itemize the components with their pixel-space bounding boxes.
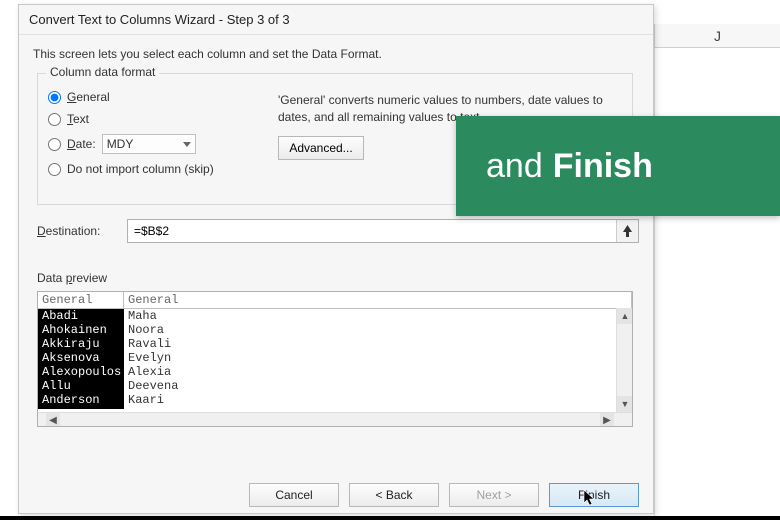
data-preview-box: General General Abadi Ahokainen Akkiraju…: [37, 291, 633, 427]
preview-cell: Akkiraju: [38, 337, 124, 351]
text-to-columns-wizard-dialog: Convert Text to Columns Wizard - Step 3 …: [18, 4, 654, 514]
preview-header-1[interactable]: General: [38, 292, 124, 308]
dialog-title: Convert Text to Columns Wizard - Step 3 …: [19, 5, 653, 35]
preview-cell: Noora: [124, 323, 632, 337]
radio-skip-label: Do not import column (skip): [67, 162, 214, 176]
preview-column-1-selected[interactable]: Abadi Ahokainen Akkiraju Aksenova Alexop…: [38, 309, 124, 409]
advanced-button[interactable]: Advanced...: [278, 136, 364, 160]
scroll-left-icon[interactable]: ◀: [46, 413, 60, 427]
group-label: Column data format: [46, 65, 159, 79]
preview-horizontal-scrollbar[interactable]: ◀ ▶: [38, 412, 632, 426]
radio-text-input[interactable]: [48, 113, 61, 126]
next-button: Next >: [449, 483, 539, 507]
scroll-right-icon[interactable]: ▶: [600, 413, 614, 427]
preview-header-2[interactable]: General: [124, 292, 632, 308]
preview-body: Abadi Ahokainen Akkiraju Aksenova Alexop…: [38, 309, 632, 409]
radio-date-input[interactable]: [48, 138, 61, 151]
radio-skip-input[interactable]: [48, 163, 61, 176]
preview-cell: Maha: [124, 309, 632, 323]
overlay-text-and: and: [486, 147, 543, 186]
data-preview-label: Data preview: [37, 271, 639, 285]
destination-input-wrap: [127, 219, 639, 243]
tutorial-overlay-banner: and Finish: [456, 116, 780, 216]
scroll-down-icon[interactable]: ▼: [617, 396, 633, 412]
preview-column-2[interactable]: Maha Noora Ravali Evelyn Alexia Deevena …: [124, 309, 632, 409]
preview-cell: Abadi: [38, 309, 124, 323]
preview-cell: Alexia: [124, 365, 632, 379]
radio-date[interactable]: Date: MDY: [48, 134, 278, 154]
dialog-instruction: This screen lets you select each column …: [19, 35, 653, 69]
overlay-text-finish: Finish: [553, 147, 653, 186]
preview-cell: Kaari: [124, 393, 632, 407]
preview-vertical-scrollbar[interactable]: ▲ ▼: [616, 308, 632, 412]
arrow-up-icon: [622, 224, 633, 238]
preview-cell: Ahokainen: [38, 323, 124, 337]
radio-general[interactable]: General: [48, 90, 278, 104]
date-format-select[interactable]: MDY: [102, 134, 196, 154]
preview-header-row: General General: [38, 292, 632, 309]
radio-general-input[interactable]: [48, 91, 61, 104]
back-button[interactable]: < Back: [349, 483, 439, 507]
radio-date-label: Date:: [67, 137, 96, 151]
video-bottom-bar: [0, 516, 780, 520]
radio-general-label: General: [67, 90, 110, 104]
radio-column: General Text Date: MDY Do not import col…: [48, 80, 278, 184]
preview-cell: Evelyn: [124, 351, 632, 365]
destination-row: Destination:: [37, 219, 639, 243]
preview-cell: Allu: [38, 379, 124, 393]
preview-cell: Anderson: [38, 393, 124, 407]
finish-button[interactable]: Finish: [549, 483, 639, 507]
column-header-j[interactable]: J: [654, 24, 780, 48]
destination-label: Destination:: [37, 224, 127, 238]
radio-text-label: Text: [67, 112, 89, 126]
wizard-button-row: Cancel < Back Next > Finish: [249, 483, 639, 507]
scroll-up-icon[interactable]: ▲: [617, 308, 633, 324]
collapse-dialog-button[interactable]: [616, 220, 638, 242]
radio-text[interactable]: Text: [48, 112, 278, 126]
destination-input[interactable]: [128, 224, 616, 238]
preview-cell: Deevena: [124, 379, 632, 393]
cancel-button[interactable]: Cancel: [249, 483, 339, 507]
preview-cell: Aksenova: [38, 351, 124, 365]
radio-skip[interactable]: Do not import column (skip): [48, 162, 278, 176]
preview-cell: Ravali: [124, 337, 632, 351]
preview-cell: Alexopoulos: [38, 365, 124, 379]
